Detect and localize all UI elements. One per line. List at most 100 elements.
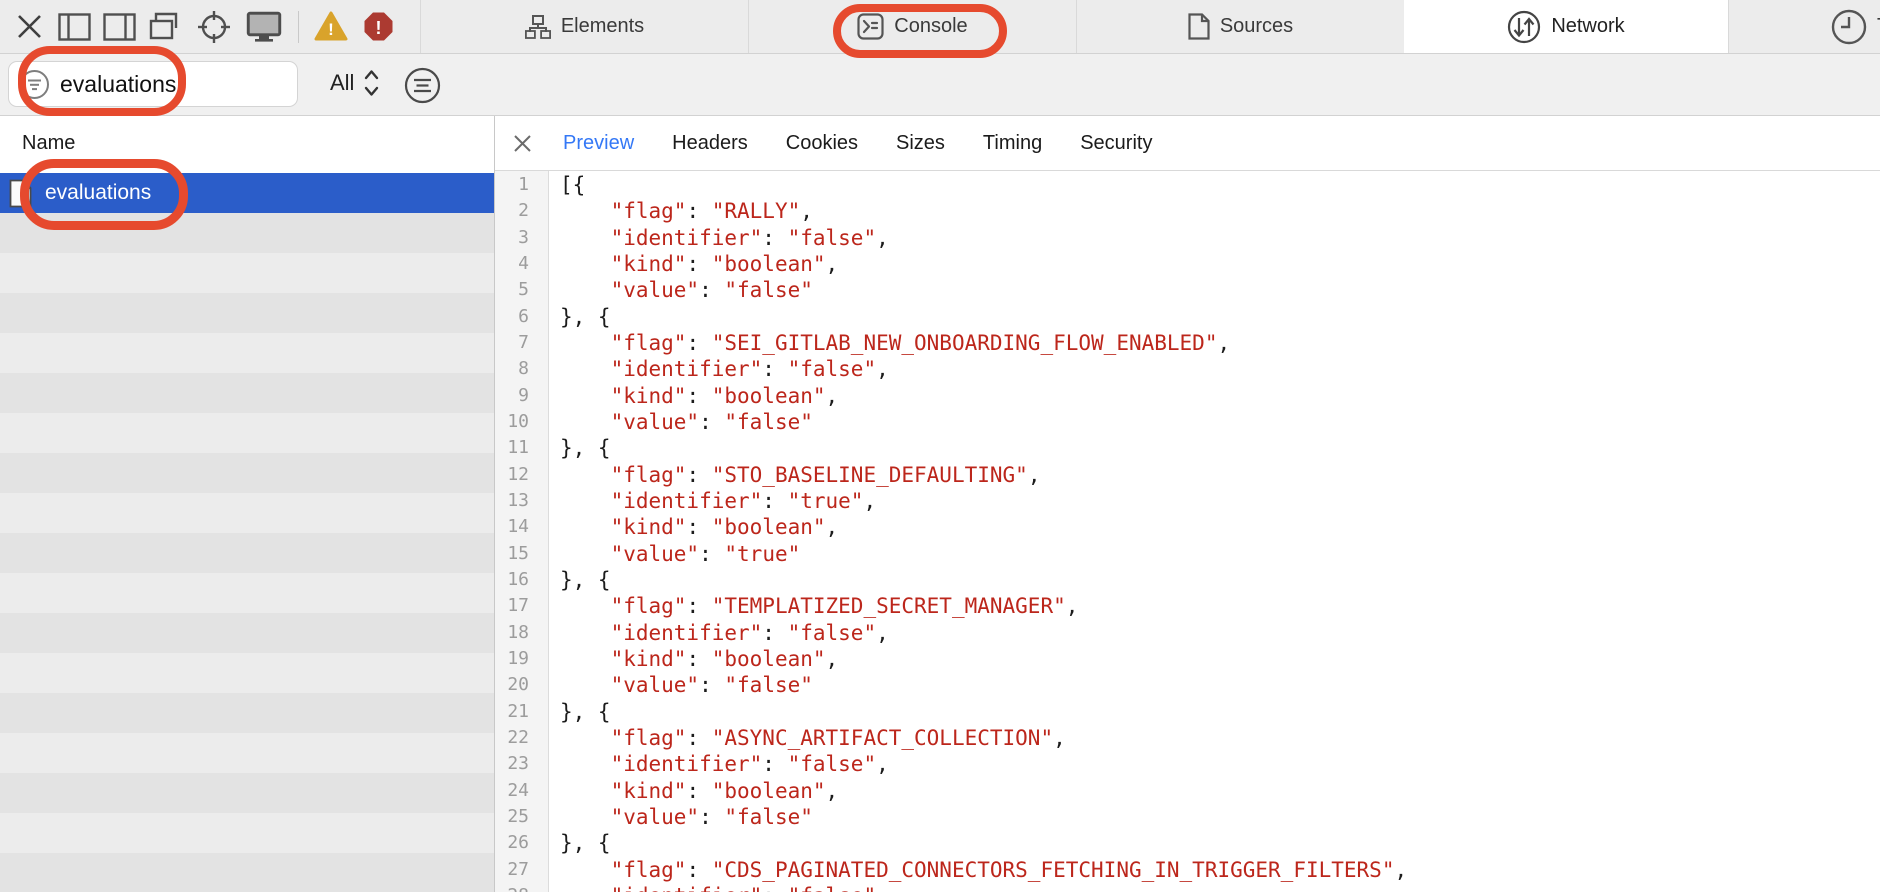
svg-text:!: ! [375, 18, 381, 38]
line-number: 6 [495, 304, 539, 330]
code-line: 13 "identifier": "true", [495, 488, 1880, 514]
code-line: 17 "flag": "TEMPLATIZED_SECRET_MANAGER", [495, 593, 1880, 619]
code-text: "identifier": "false", [539, 356, 889, 382]
device-settings-button[interactable] [245, 0, 283, 53]
code-text: "value": "false" [539, 409, 813, 435]
close-inspector-button[interactable] [14, 0, 44, 53]
code-line: 12 "flag": "STO_BASELINE_DEFAULTING", [495, 462, 1880, 488]
scope-dropdown[interactable]: All [330, 68, 380, 98]
code-line: 1[{ [495, 172, 1880, 198]
empty-row [0, 533, 494, 573]
tab-elements[interactable]: Elements [420, 0, 748, 53]
line-number: 26 [495, 830, 539, 856]
empty-row [0, 653, 494, 693]
empty-row [0, 853, 494, 892]
close-icon [16, 13, 43, 40]
line-number: 28 [495, 883, 539, 892]
code-text: "value": "false" [539, 672, 813, 698]
code-text: "flag": "ASYNC_ARTIFACT_COLLECTION", [539, 725, 1066, 751]
code-text: "flag": "TEMPLATIZED_SECRET_MANAGER", [539, 593, 1078, 619]
line-number: 23 [495, 751, 539, 777]
inspect-target-icon [195, 8, 233, 46]
empty-row [0, 613, 494, 653]
code-text: "kind": "boolean", [539, 514, 838, 540]
line-number: 7 [495, 330, 539, 356]
line-number: 16 [495, 567, 539, 593]
line-number: 20 [495, 672, 539, 698]
network-filter-bar: All [0, 54, 1880, 116]
warning-triangle-icon: ! [314, 11, 348, 42]
line-number: 27 [495, 857, 539, 883]
line-number: 19 [495, 646, 539, 672]
detail-tab-cookies[interactable]: Cookies [786, 132, 858, 155]
code-line: 22 "flag": "ASYNC_ARTIFACT_COLLECTION", [495, 725, 1880, 751]
code-text: "identifier": "false", [539, 620, 889, 646]
close-detail-button[interactable] [512, 133, 532, 153]
code-line: 18 "identifier": "false", [495, 620, 1880, 646]
code-line: 14 "kind": "boolean", [495, 514, 1880, 540]
code-line: 26}, { [495, 830, 1880, 856]
code-text: "value": "false" [539, 804, 813, 830]
code-text: [{ [539, 172, 585, 198]
detail-tab-headers[interactable]: Headers [672, 132, 748, 155]
network-icon [1507, 10, 1541, 44]
json-preview: 1[{2 "flag": "RALLY",3 "identifier": "fa… [495, 172, 1880, 892]
line-number: 25 [495, 804, 539, 830]
dock-right-icon [103, 13, 136, 41]
line-number: 12 [495, 462, 539, 488]
code-line: 6}, { [495, 304, 1880, 330]
code-text: "identifier": "false", [539, 883, 889, 892]
code-line: 4 "kind": "boolean", [495, 251, 1880, 277]
device-screen-icon [246, 11, 282, 43]
code-line: 11}, { [495, 435, 1880, 461]
annotation-circle-selected-request [20, 159, 188, 230]
empty-row [0, 293, 494, 333]
clock-icon [1831, 9, 1867, 45]
tab-network-label: Network [1551, 15, 1624, 38]
detail-tab-timing[interactable]: Timing [983, 132, 1042, 155]
code-text: }, { [539, 830, 611, 856]
tab-network[interactable]: Network [1404, 0, 1728, 53]
tab-timelines[interactable]: T [1728, 0, 1880, 53]
line-number: 9 [495, 383, 539, 409]
code-text: }, { [539, 435, 611, 461]
svg-text:!: ! [328, 20, 334, 39]
other-filters-button[interactable] [404, 67, 441, 109]
empty-row [0, 813, 494, 853]
code-text: }, { [539, 304, 611, 330]
line-number: 1 [495, 172, 539, 198]
code-line: 23 "identifier": "false", [495, 751, 1880, 777]
detail-pane-tab-strip: Preview Headers Cookies Sizes Timing Sec… [495, 116, 1880, 171]
line-number: 10 [495, 409, 539, 435]
cascade-windows-icon [149, 12, 183, 42]
line-number: 11 [495, 435, 539, 461]
tab-sources[interactable]: Sources [1076, 0, 1404, 53]
code-text: "kind": "boolean", [539, 778, 838, 804]
code-text: "kind": "boolean", [539, 251, 838, 277]
web-inspector-window: ! ! Elements [0, 0, 1880, 892]
code-line: 27 "flag": "CDS_PAGINATED_CONNECTORS_FET… [495, 857, 1880, 883]
detail-tab-security[interactable]: Security [1080, 132, 1152, 155]
line-number: 21 [495, 699, 539, 725]
detail-tab-preview[interactable]: Preview [563, 132, 634, 155]
element-selection-button[interactable] [194, 0, 234, 53]
code-line: 8 "identifier": "false", [495, 356, 1880, 382]
tab-elements-label: Elements [561, 15, 644, 38]
code-line: 20 "value": "false" [495, 672, 1880, 698]
code-line: 3 "identifier": "false", [495, 225, 1880, 251]
line-number: 13 [495, 488, 539, 514]
annotation-circle-console-tab [833, 4, 1007, 58]
empty-row [0, 413, 494, 453]
errors-button[interactable]: ! [360, 0, 396, 53]
line-number: 3 [495, 225, 539, 251]
code-line: 21}, { [495, 699, 1880, 725]
line-number: 14 [495, 514, 539, 540]
code-line: 9 "kind": "boolean", [495, 383, 1880, 409]
detail-tab-sizes[interactable]: Sizes [896, 132, 945, 155]
code-line: 25 "value": "false" [495, 804, 1880, 830]
empty-row [0, 333, 494, 373]
line-number: 22 [495, 725, 539, 751]
code-line: 19 "kind": "boolean", [495, 646, 1880, 672]
warnings-button[interactable]: ! [312, 0, 350, 53]
line-number: 17 [495, 593, 539, 619]
